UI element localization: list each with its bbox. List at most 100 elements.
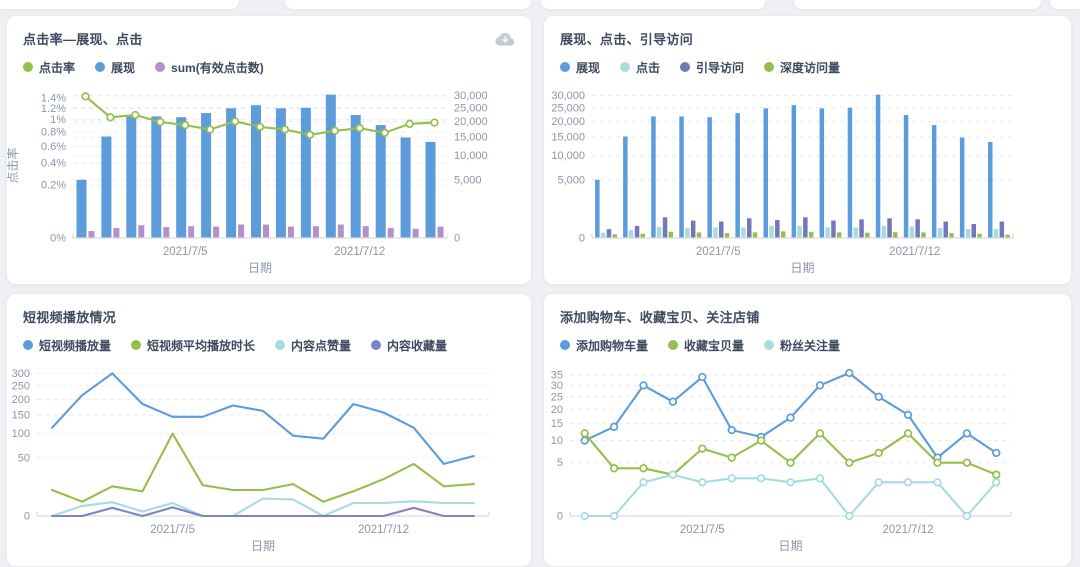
legend-dot <box>155 62 165 72</box>
svg-text:2021/7/12: 2021/7/12 <box>334 246 385 258</box>
legend-item[interactable]: 展现 <box>560 59 600 76</box>
svg-text:日期: 日期 <box>248 261 272 275</box>
svg-text:10,000: 10,000 <box>454 150 488 162</box>
legend-label: 添加购物车量 <box>576 337 648 354</box>
legend-label: 展现 <box>111 59 135 76</box>
legend: 短视频播放量 短视频平均播放时长 内容点赞量 内容收藏量 <box>7 328 531 358</box>
svg-text:日期: 日期 <box>790 261 814 275</box>
svg-text:30,000: 30,000 <box>551 90 585 102</box>
card-header: 添加购物车、收藏宝贝、关注店铺 <box>544 294 1071 328</box>
svg-text:1%: 1% <box>50 114 66 126</box>
cloud-download-icon[interactable] <box>493 29 517 47</box>
legend-dot <box>560 340 570 350</box>
legend-item[interactable]: 粉丝关注量 <box>764 337 840 354</box>
legend-dot <box>560 62 570 72</box>
chart-title: 展现、点击、引导访问 <box>560 29 693 48</box>
legend-label: 深度访问量 <box>780 59 840 76</box>
chart-card-short-video-plays: 短视频播放情况 短视频播放量短视频平均播放时长内容点赞量内容收藏量 300250… <box>6 293 532 567</box>
svg-text:0.8%: 0.8% <box>41 127 66 139</box>
chart-plot[interactable]: 30,00025,00020,00015,00010,0005,00001.4%… <box>7 81 499 285</box>
chart-title: 短视频播放情况 <box>23 307 116 326</box>
cloud-download-icon-glyph <box>494 30 516 47</box>
legend-item[interactable]: 添加购物车量 <box>560 337 648 354</box>
legend-label: 内容点赞量 <box>291 337 351 354</box>
legend-label: sum(有效点击数) <box>171 59 264 76</box>
legend-item[interactable]: 内容收藏量 <box>371 337 447 354</box>
svg-text:2021/7/12: 2021/7/12 <box>358 524 409 536</box>
card-header: 短视频播放情况 <box>7 294 531 328</box>
legend-item[interactable]: 收藏宝贝量 <box>668 337 744 354</box>
dashboard: { "colors": { "blue": "#5c9cdb", "green"… <box>0 0 1080 565</box>
chart-card-cart-favorites-follows: 添加购物车、收藏宝贝、关注店铺 添加购物车量收藏宝贝量粉丝关注量 3530252… <box>543 293 1072 567</box>
card-header: 展现、点击、引导访问 <box>544 16 1071 50</box>
svg-text:50: 50 <box>18 452 30 464</box>
card-stub <box>540 0 766 10</box>
legend-label: 点击率 <box>39 59 75 76</box>
chart-plot[interactable]: 3002502001501005002021/7/52021/7/12日期 <box>7 359 499 564</box>
card-stub <box>0 0 240 10</box>
legend-item[interactable]: 引导访问 <box>680 59 744 76</box>
svg-text:5,000: 5,000 <box>557 174 585 186</box>
svg-text:0: 0 <box>579 233 585 245</box>
svg-text:0: 0 <box>454 233 460 245</box>
svg-text:15,000: 15,000 <box>551 132 585 144</box>
legend-label: 粉丝关注量 <box>780 337 840 354</box>
legend-item[interactable]: sum(有效点击数) <box>155 59 264 76</box>
legend-label: 短视频平均播放时长 <box>147 337 255 354</box>
legend-dot <box>371 340 381 350</box>
chart-plot[interactable]: 30,00025,000 20,000 15,000 10,000 5,000 0 2021… <box>544 81 1039 285</box>
legend-dot <box>23 340 33 350</box>
svg-text:20: 20 <box>551 404 563 416</box>
legend-dot <box>275 340 285 350</box>
legend-dot <box>131 340 141 350</box>
chart-plot[interactable]: 353025201510502021/7/52021/7/12日期 <box>544 359 1039 564</box>
legend-label: 点击 <box>636 59 660 76</box>
svg-text:250: 250 <box>12 380 30 392</box>
card-stub <box>793 0 1042 10</box>
legend-label: 内容收藏量 <box>387 337 447 354</box>
svg-text:2021/7/5: 2021/7/5 <box>150 524 195 536</box>
svg-text:2021/7/12: 2021/7/12 <box>883 524 934 536</box>
svg-text:100: 100 <box>12 428 30 440</box>
legend-item[interactable]: 短视频平均播放时长 <box>131 337 255 354</box>
legend: 展现 点击 引导访问 深度访问量 <box>544 50 1071 80</box>
svg-text:2021/7/5: 2021/7/5 <box>680 524 725 536</box>
chart-title: 添加购物车、收藏宝贝、关注店铺 <box>560 307 760 326</box>
legend-dot <box>23 62 33 72</box>
legend-item[interactable]: 点击率 <box>23 59 75 76</box>
svg-text:15,000: 15,000 <box>454 132 488 144</box>
legend-dot <box>95 62 105 72</box>
legend-item[interactable]: 内容点赞量 <box>275 337 351 354</box>
card-header: 点击率—展现、点击 <box>7 16 531 50</box>
svg-text:25,000: 25,000 <box>454 102 488 114</box>
legend-label: 引导访问 <box>696 59 744 76</box>
legend-item[interactable]: 展现 <box>95 59 135 76</box>
legend-item[interactable]: 短视频播放量 <box>23 337 111 354</box>
legend-item[interactable]: 深度访问量 <box>764 59 840 76</box>
svg-text:0: 0 <box>24 511 30 523</box>
svg-text:2021/7/12: 2021/7/12 <box>889 246 940 258</box>
chart-title: 点击率—展现、点击 <box>23 29 143 48</box>
svg-text:30: 30 <box>551 380 563 392</box>
svg-text:20,000: 20,000 <box>454 116 488 128</box>
svg-text:0.4%: 0.4% <box>41 158 66 170</box>
svg-text:1.2%: 1.2% <box>41 103 66 115</box>
svg-text:2021/7/5: 2021/7/5 <box>696 246 741 258</box>
legend-dot <box>680 62 690 72</box>
legend-dot <box>620 62 630 72</box>
legend-dot <box>668 340 678 350</box>
legend-label: 展现 <box>576 59 600 76</box>
card-stub <box>1049 0 1080 10</box>
svg-text:0: 0 <box>557 511 563 523</box>
svg-text:0%: 0% <box>50 233 66 245</box>
svg-text:20,000: 20,000 <box>551 116 585 128</box>
card-stub <box>284 0 532 10</box>
svg-text:10,000: 10,000 <box>551 150 585 162</box>
svg-text:日期: 日期 <box>251 539 275 553</box>
legend: 添加购物车量 收藏宝贝量 粉丝关注量 <box>544 328 1071 358</box>
svg-text:25,000: 25,000 <box>551 102 585 114</box>
legend-label: 短视频播放量 <box>39 337 111 354</box>
svg-text:日期: 日期 <box>778 539 802 553</box>
legend-item[interactable]: 点击 <box>620 59 660 76</box>
svg-text:点击率: 点击率 <box>7 147 20 183</box>
